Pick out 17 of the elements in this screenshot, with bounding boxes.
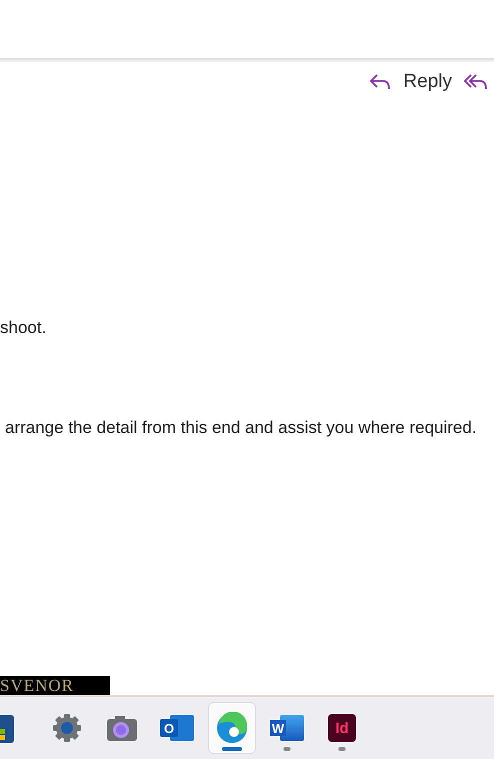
- taskbar-app[interactable]: [209, 703, 255, 753]
- taskbar-app[interactable]: W: [264, 703, 310, 753]
- signature-logo: SVENOR: [0, 676, 110, 696]
- edge-icon: [216, 712, 248, 744]
- taskbar-app[interactable]: O: [154, 703, 200, 753]
- store-icon: [0, 713, 14, 743]
- reply-icon: [369, 73, 392, 91]
- message-text: shoot.: [0, 318, 46, 338]
- app-letter: Id: [335, 720, 349, 736]
- camera-icon: [106, 714, 138, 742]
- reply-all-icon[interactable]: [464, 73, 488, 91]
- taskbar-app[interactable]: Id: [319, 703, 365, 753]
- reply-button[interactable]: Reply: [367, 71, 454, 93]
- app-letter: W: [272, 720, 284, 736]
- app-letter: O: [164, 720, 174, 736]
- message-text: arrange the detail from this end and assist you where required.: [5, 418, 477, 438]
- settings-icon: [51, 712, 83, 744]
